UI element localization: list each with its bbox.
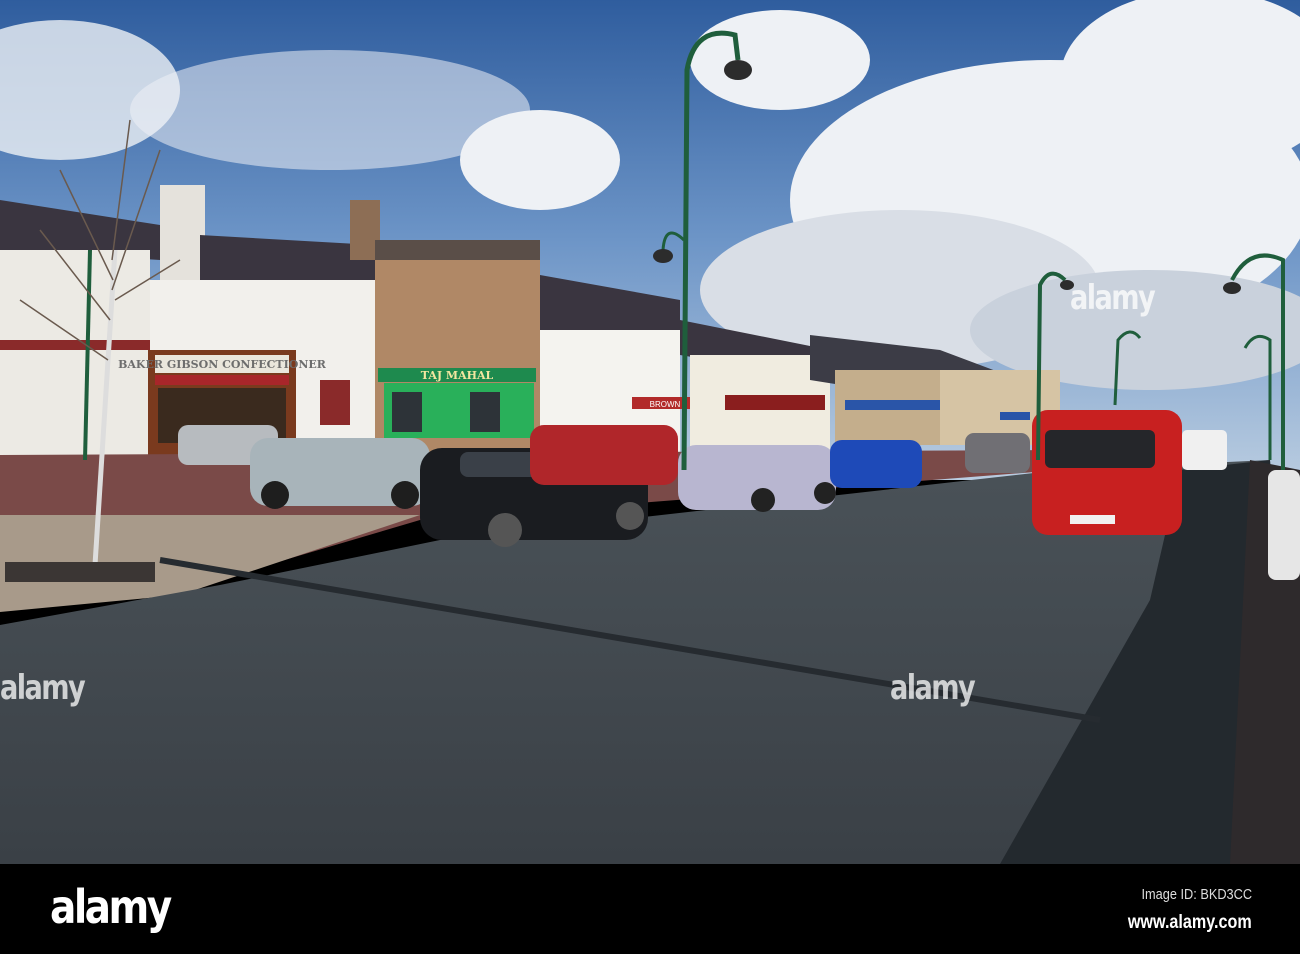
watermark: alamy bbox=[890, 668, 976, 708]
website-link[interactable]: www.alamy.com bbox=[1128, 912, 1252, 934]
street-scene-photo: BAKER GIBSON CONFECTIONER TAJ MAHAL BROW… bbox=[0, 0, 1300, 864]
red-van bbox=[1032, 410, 1182, 535]
shop-sign: BROWN bbox=[650, 400, 681, 409]
drain-grate bbox=[5, 562, 155, 582]
white-van bbox=[1182, 430, 1227, 470]
footer-bar: alamy Image ID: BKD3CC www.alamy.com bbox=[0, 864, 1300, 954]
bakery-sign: BAKER GIBSON CONFECTIONER bbox=[118, 358, 327, 371]
watermark: alamy bbox=[0, 668, 86, 708]
white-car bbox=[1268, 470, 1300, 580]
restaurant-sign: TAJ MAHAL bbox=[421, 369, 494, 382]
alamy-logo: alamy bbox=[50, 880, 172, 934]
watermark: alamy bbox=[1070, 278, 1156, 318]
image-id: Image ID: BKD3CC bbox=[1141, 886, 1252, 903]
